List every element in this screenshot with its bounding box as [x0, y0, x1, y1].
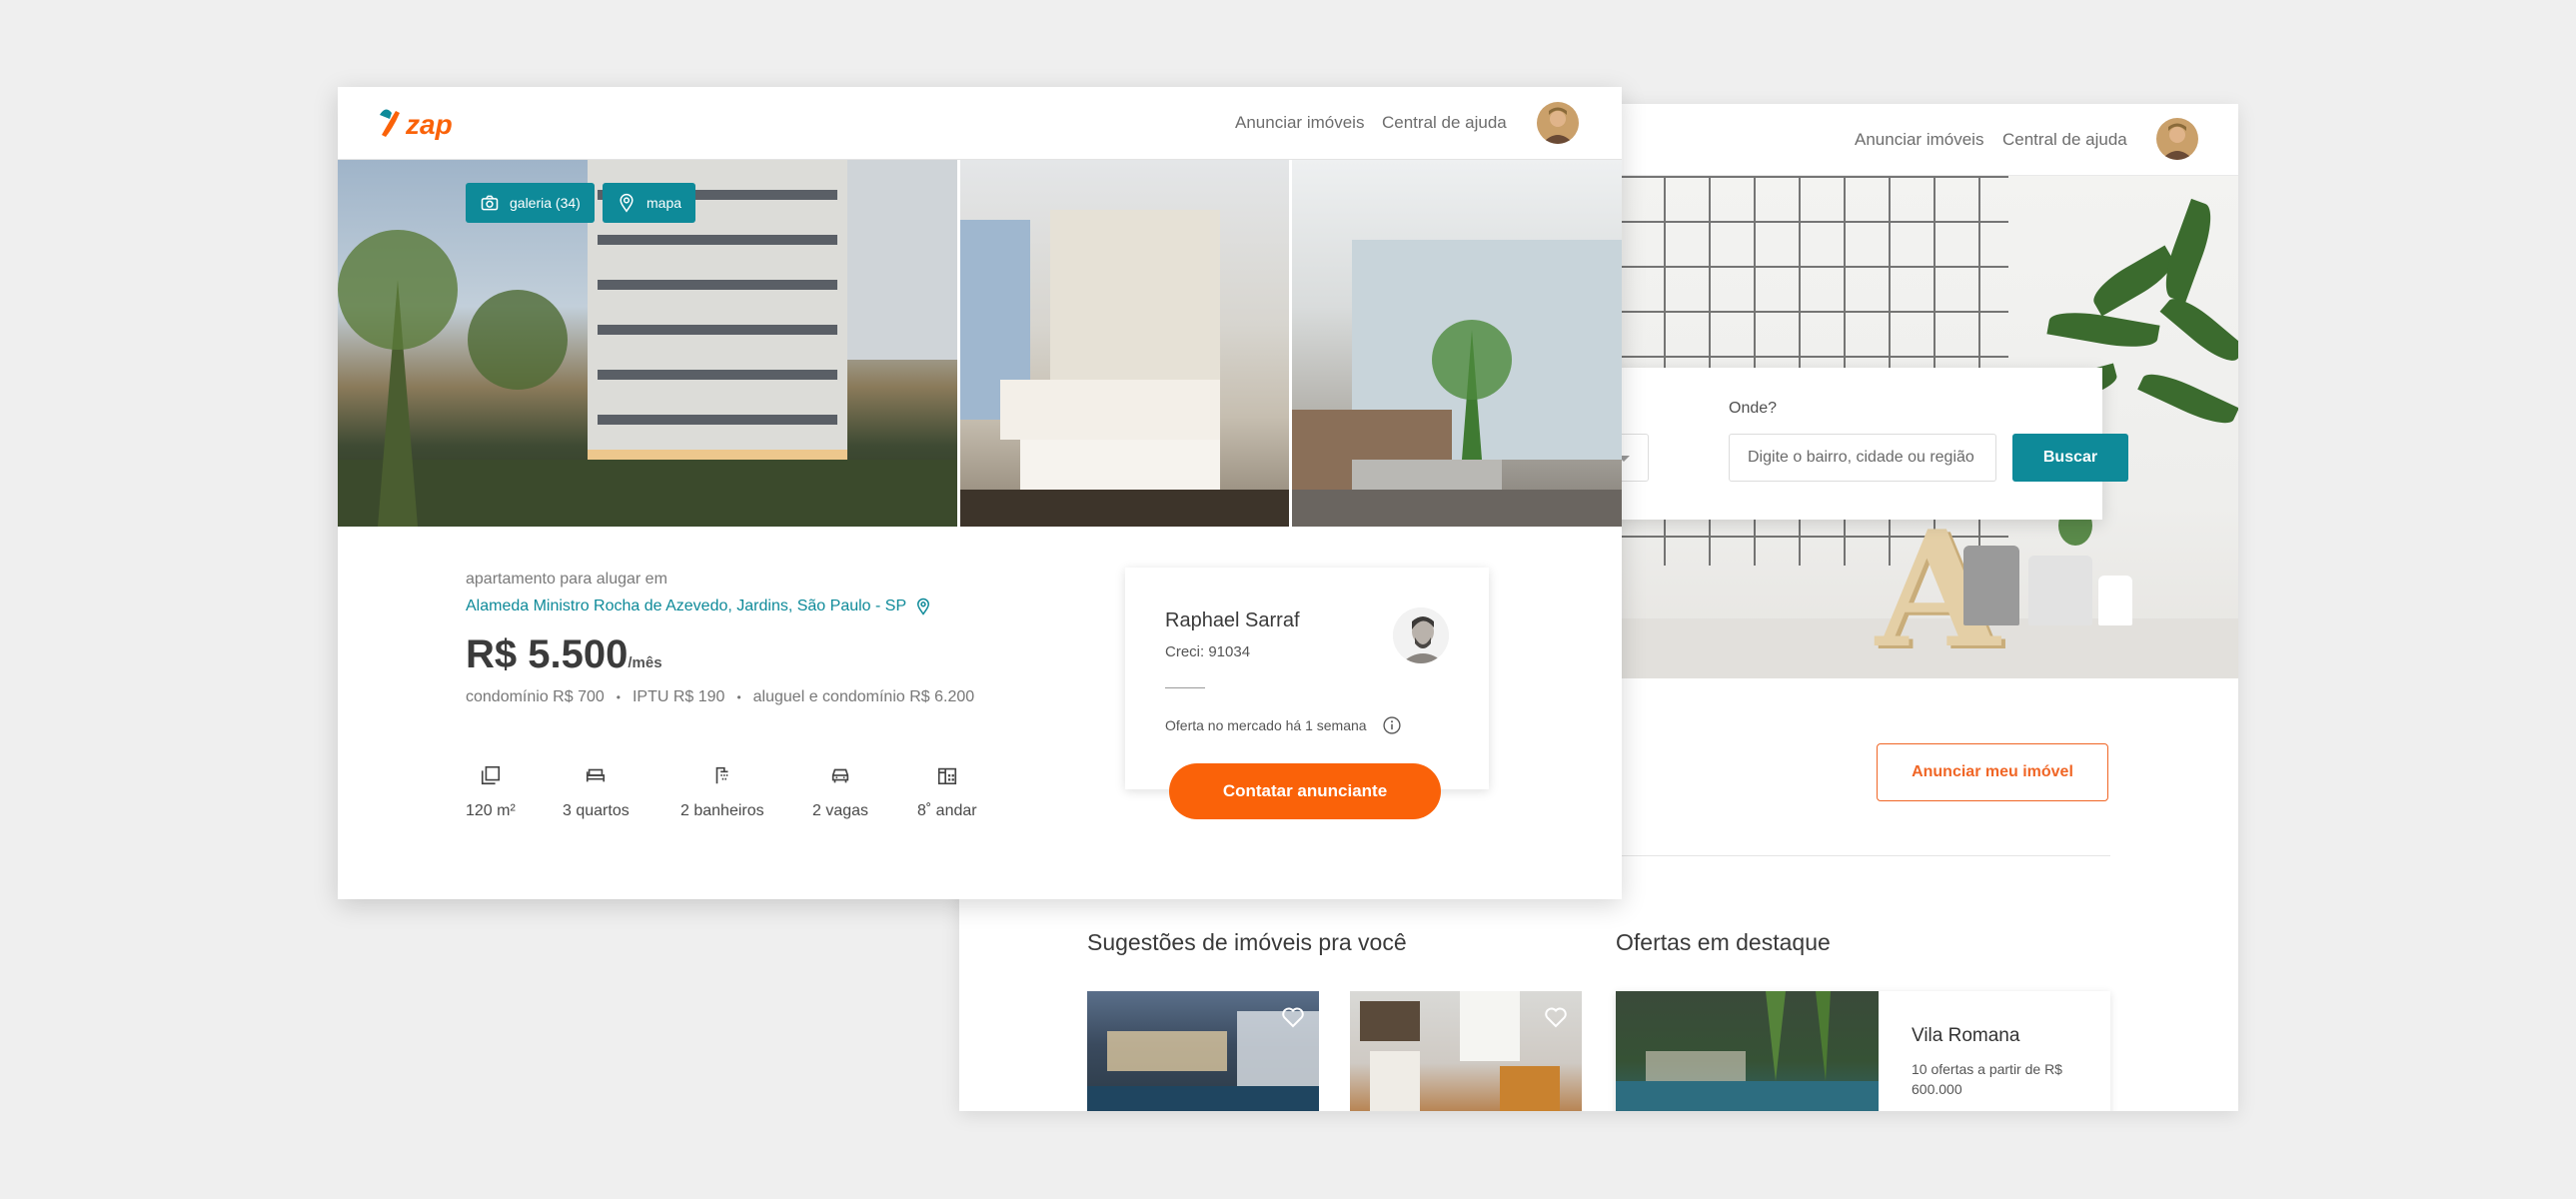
agent-avatar — [1393, 607, 1449, 663]
fee-condo: condomínio R$ 700 — [466, 688, 605, 705]
fee-total: aluguel e condomínio R$ 6.200 — [752, 688, 975, 705]
nav-help-link[interactable]: Central de ajuda — [1382, 113, 1507, 133]
feature-parking: 2 vagas — [812, 764, 868, 820]
svg-text:zap: zap — [405, 109, 453, 140]
listing-photo-balcony[interactable] — [1292, 160, 1622, 527]
fee-separator: • — [736, 690, 741, 704]
listing-type: apartamento para alugar em — [466, 571, 667, 588]
listing-address-link[interactable]: Alameda Ministro Rocha de Azevedo, Jardi… — [466, 597, 932, 616]
price-value: R$ 5.500 — [466, 632, 629, 676]
area-icon — [481, 765, 500, 785]
nav-announce-link[interactable]: Anunciar imóveis — [1855, 130, 1983, 150]
featured-name: Vila Romana — [1912, 1025, 2020, 1046]
suggestion-card[interactable] — [1350, 991, 1582, 1111]
gallery-label: galeria (34) — [510, 195, 581, 211]
feature-area: 120 m² — [466, 764, 516, 820]
where-label: Onde? — [1729, 400, 1778, 417]
price-unit: /mês — [628, 654, 662, 671]
bed-icon — [587, 768, 606, 782]
fee-separator: • — [616, 690, 621, 704]
building-icon — [937, 767, 956, 785]
info-icon[interactable] — [1382, 715, 1402, 735]
search-button[interactable]: Buscar — [2012, 434, 2128, 482]
featured-description: 10 ofertas a partir de R$ 600.000 — [1912, 1061, 2062, 1097]
listing-fees: condomínio R$ 700 • IPTU R$ 190 • alugue… — [466, 688, 974, 706]
listing-header: zap Anunciar imóveis Central de ajuda — [338, 87, 1622, 160]
shower-icon — [715, 766, 728, 784]
car-icon — [831, 768, 849, 783]
listing-price: R$ 5.500/mês — [466, 632, 662, 677]
suggestion-card[interactable] — [1087, 991, 1319, 1111]
feature-label: 2 vagas — [812, 802, 869, 819]
nav-announce-link[interactable]: Anunciar imóveis — [1235, 113, 1364, 133]
where-input[interactable] — [1729, 434, 1996, 482]
feature-label: 120 m² — [466, 802, 516, 819]
nav-help-link[interactable]: Central de ajuda — [2002, 130, 2127, 150]
agent-creci: Creci: 91034 — [1165, 643, 1251, 660]
listing-photo-living-room[interactable] — [960, 160, 1289, 527]
feature-label: 8˚ andar — [917, 802, 977, 819]
map-pin-icon — [620, 193, 634, 213]
listing-address[interactable]: Alameda Ministro Rocha de Azevedo, Jardi… — [466, 598, 906, 615]
user-avatar[interactable] — [2156, 118, 2198, 160]
announce-property-button[interactable]: Anunciar meu imóvel — [1877, 743, 2108, 801]
agent-divider — [1165, 687, 1205, 688]
feature-floor: 8˚ andar — [917, 764, 977, 820]
map-label: mapa — [646, 195, 682, 211]
fee-iptu: IPTU R$ 190 — [632, 688, 725, 705]
location-pin-icon[interactable] — [914, 597, 932, 616]
feature-label: 2 banheiros — [680, 802, 764, 819]
feature-bedrooms: 3 quartos — [563, 764, 630, 820]
user-avatar[interactable] — [1537, 102, 1579, 144]
contact-advertiser-button[interactable]: Contatar anunciante — [1169, 763, 1441, 819]
heart-icon[interactable] — [1281, 1005, 1305, 1029]
agent-name: Raphael Sarraf — [1165, 609, 1300, 631]
agent-card: Raphael Sarraf Creci: 91034 Oferta no me… — [1125, 568, 1489, 789]
camera-icon — [481, 195, 499, 211]
gallery-button[interactable]: galeria (34) — [466, 183, 595, 223]
map-button[interactable]: mapa — [603, 183, 696, 223]
feature-bathrooms: 2 banheiros — [680, 764, 764, 820]
featured-title: Ofertas em destaque — [1616, 929, 1831, 955]
featured-image — [1616, 991, 1879, 1111]
listing-page-window: zap Anunciar imóveis Central de ajuda ga… — [338, 87, 1622, 899]
suggestions-title: Sugestões de imóveis pra você — [1087, 929, 1407, 955]
market-time: Oferta no mercado há 1 semana — [1165, 717, 1367, 733]
featured-card[interactable]: Vila Romana 10 ofertas a partir de R$ 60… — [1616, 991, 2110, 1111]
feature-label: 3 quartos — [563, 802, 630, 819]
zap-logo[interactable]: zap — [376, 101, 476, 145]
heart-icon[interactable] — [1544, 1005, 1568, 1029]
